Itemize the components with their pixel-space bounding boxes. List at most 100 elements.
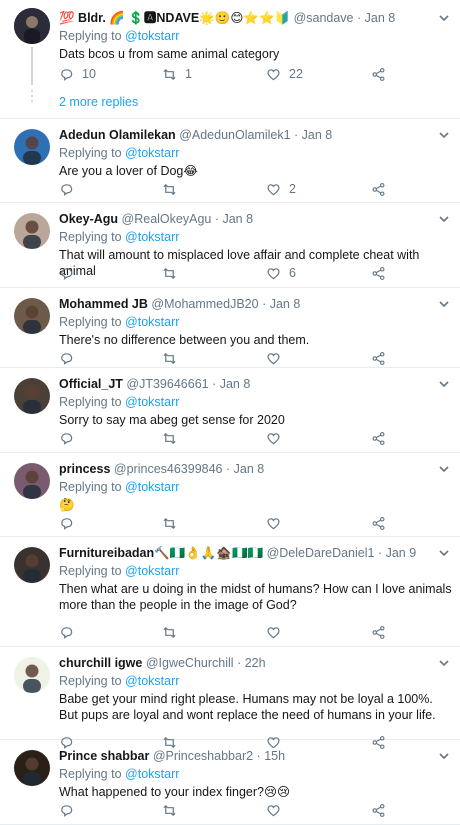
chevron-down-icon[interactable]	[438, 547, 450, 559]
timestamp[interactable]: Jan 8	[270, 297, 301, 311]
share-button[interactable]	[371, 265, 394, 281]
retweet-button[interactable]	[162, 515, 185, 531]
chevron-down-icon[interactable]	[438, 129, 450, 141]
display-name[interactable]: Furnitureibadan🔨🇳🇬👌🙏🏚️🇳🇬🇳🇬	[59, 546, 263, 560]
chevron-down-icon[interactable]	[438, 12, 450, 24]
display-name[interactable]: Official_JT	[59, 377, 123, 391]
avatar[interactable]	[14, 463, 50, 499]
display-name[interactable]: Prince shabbar	[59, 749, 149, 763]
tweet-thread-top[interactable]: 💯 Bldr. 🌈 💲🅰NDAVE🌟🙂😊⭐⭐🔰 @sandave · Jan 8…	[0, 0, 460, 118]
mention-link[interactable]: @tokstarr	[125, 674, 179, 688]
handle[interactable]: @DeleDareDaniel1	[267, 546, 375, 560]
avatar[interactable]	[14, 298, 50, 334]
handle[interactable]: @Princeshabbar2	[153, 749, 253, 763]
mention-link[interactable]: @tokstarr	[125, 480, 179, 494]
timestamp[interactable]: Jan 9	[386, 546, 417, 560]
share-button[interactable]	[371, 66, 394, 82]
like-button[interactable]	[266, 515, 289, 531]
retweet-button[interactable]	[162, 624, 185, 640]
handle[interactable]: @JT39646661	[126, 377, 208, 391]
tweet-reply[interactable]: Furnitureibadan🔨🇳🇬👌🙏🏚️🇳🇬🇳🇬 @DeleDareDani…	[0, 537, 460, 647]
chevron-down-icon[interactable]	[438, 657, 450, 669]
display-name[interactable]: Okey-Agu	[59, 212, 118, 226]
share-button[interactable]	[371, 802, 394, 818]
handle[interactable]: @MohammedJB20	[151, 297, 258, 311]
like-button[interactable]	[266, 802, 289, 818]
reply-button[interactable]	[59, 350, 82, 366]
timestamp[interactable]: Jan 8	[222, 212, 253, 226]
retweet-button[interactable]	[162, 350, 185, 366]
mention-link[interactable]: @tokstarr	[125, 564, 179, 578]
reply-button[interactable]	[59, 265, 82, 281]
display-name[interactable]: churchill igwe	[59, 656, 142, 670]
retweet-button[interactable]	[162, 265, 185, 281]
share-button[interactable]	[371, 181, 394, 197]
reply-button[interactable]	[59, 624, 82, 640]
retweet-button[interactable]: 1	[162, 66, 192, 82]
display-name[interactable]: Mohammed JB	[59, 297, 148, 311]
reply-button[interactable]	[59, 430, 82, 446]
like-icon	[267, 68, 280, 80]
chevron-down-icon[interactable]	[438, 298, 450, 310]
mention-link[interactable]: @tokstarr	[125, 767, 179, 781]
avatar[interactable]	[14, 547, 50, 583]
tweet-reply[interactable]: princess @princes46399846 · Jan 8 Replyi…	[0, 453, 460, 537]
avatar[interactable]	[14, 8, 50, 44]
share-button[interactable]	[371, 624, 394, 640]
avatar[interactable]	[14, 378, 50, 414]
share-button[interactable]	[371, 350, 394, 366]
display-name[interactable]: Adedun Olamilekan	[59, 128, 176, 142]
like-button[interactable]	[266, 350, 289, 366]
mention-link[interactable]: @tokstarr	[125, 230, 179, 244]
handle[interactable]: @AdedunOlamilek1	[179, 128, 290, 142]
display-name[interactable]: princess	[59, 462, 110, 476]
display-name[interactable]: 💯 Bldr. 🌈 💲🅰NDAVE🌟🙂😊⭐⭐🔰	[59, 11, 290, 25]
timestamp[interactable]: Jan 8	[234, 462, 265, 476]
like-button[interactable]: 6	[266, 265, 296, 281]
retweet-icon	[163, 804, 176, 816]
like-button[interactable]: 22	[266, 66, 303, 82]
handle[interactable]: @sandave	[294, 11, 354, 25]
mention-link[interactable]: @tokstarr	[125, 146, 179, 160]
tweet-reply[interactable]: Okey-Agu @RealOkeyAgu · Jan 8 Replying t…	[0, 203, 460, 288]
tweet-header: princess @princes46399846 · Jan 8	[59, 462, 265, 476]
like-button[interactable]	[266, 430, 289, 446]
handle[interactable]: @RealOkeyAgu	[122, 212, 212, 226]
chevron-down-icon[interactable]	[438, 213, 450, 225]
chevron-down-icon[interactable]	[438, 378, 450, 390]
tweet-reply[interactable]: churchill igwe @IgweChurchill · 22h Repl…	[0, 647, 460, 749]
like-button[interactable]: 2	[266, 181, 296, 197]
share-button[interactable]	[371, 430, 394, 446]
mention-link[interactable]: @tokstarr	[125, 395, 179, 409]
avatar[interactable]	[14, 213, 50, 249]
tweet-reply[interactable]: Adedun Olamilekan @AdedunOlamilek1 · Jan…	[0, 119, 460, 203]
tweet-reply[interactable]: Mohammed JB @MohammedJB20 · Jan 8 Replyi…	[0, 288, 460, 368]
handle[interactable]: @IgweChurchill	[146, 656, 234, 670]
avatar[interactable]	[14, 750, 50, 786]
tweet-reply[interactable]: Official_JT @JT39646661 · Jan 8 Replying…	[0, 368, 460, 453]
chevron-down-icon[interactable]	[438, 463, 450, 475]
timestamp[interactable]: Jan 8	[302, 128, 333, 142]
timestamp[interactable]: 22h	[245, 656, 266, 670]
timestamp[interactable]: Jan 8	[220, 377, 251, 391]
retweet-button[interactable]	[162, 802, 185, 818]
reply-button[interactable]	[59, 802, 82, 818]
timestamp[interactable]: 15h	[264, 749, 285, 763]
more-replies-link[interactable]: 2 more replies	[59, 95, 138, 109]
reply-button[interactable]	[59, 181, 82, 197]
retweet-button[interactable]	[162, 430, 185, 446]
like-button[interactable]	[266, 624, 289, 640]
mention-link[interactable]: @tokstarr	[125, 315, 179, 329]
tweet-reply[interactable]: Prince shabbar @Princeshabbar2 · 15h Rep…	[0, 740, 460, 825]
avatar[interactable]	[14, 657, 50, 693]
mention-link[interactable]: @tokstarr	[125, 29, 179, 43]
like-count: 22	[289, 67, 303, 81]
reply-button[interactable]	[59, 515, 82, 531]
reply-button[interactable]: 10	[59, 66, 96, 82]
share-button[interactable]	[371, 515, 394, 531]
chevron-down-icon[interactable]	[438, 750, 450, 762]
timestamp[interactable]: Jan 8	[365, 11, 396, 25]
avatar[interactable]	[14, 129, 50, 165]
retweet-button[interactable]	[162, 181, 185, 197]
handle[interactable]: @princes46399846	[114, 462, 223, 476]
